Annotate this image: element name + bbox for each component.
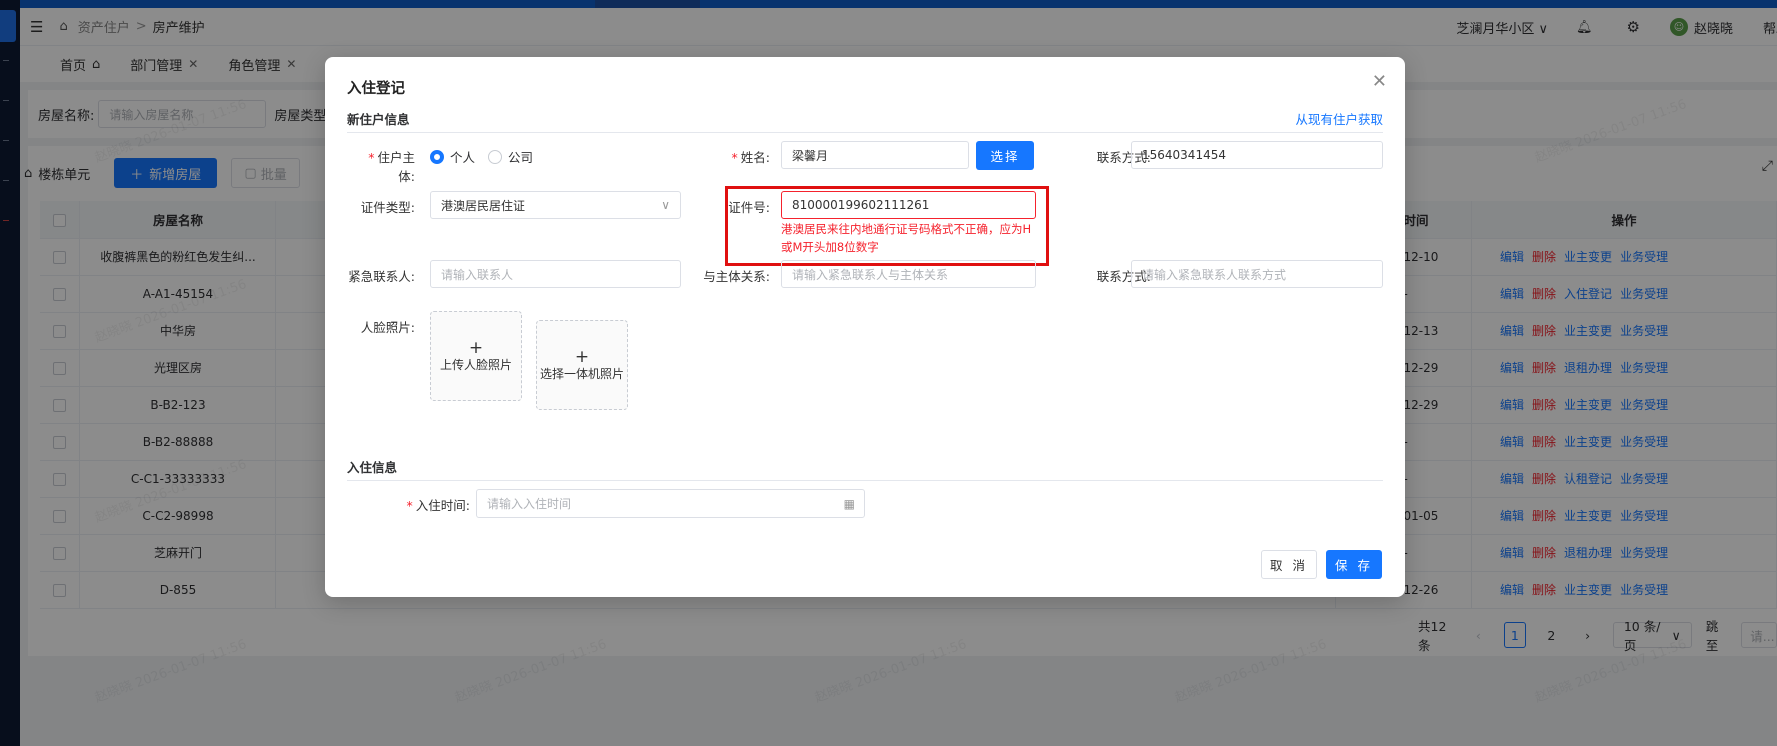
plus-icon: + <box>468 337 484 358</box>
subject-label: * 住户主体: <box>355 147 415 185</box>
subject-company-label: 公司 <box>508 150 534 165</box>
checkin-dialog: 入住登记 ✕ 新住户信息 从现有住户获取 * 住户主体: 个人 公司 * 姓名: 梁… <box>325 57 1405 597</box>
emergency-phone-input[interactable]: 请输入紧急联系人联系方式 <box>1131 260 1383 288</box>
dialog-title: 入住登记 <box>347 81 405 97</box>
chevron-down-icon: ∨ <box>661 198 670 212</box>
radio-checked-icon <box>430 149 444 164</box>
emergency-contact-input[interactable]: 请输入联系人 <box>430 260 681 288</box>
upload-face-label: 上传人脸照片 <box>439 357 512 372</box>
emergency-contact-label: 紧急联系人: <box>348 269 415 284</box>
relation-input[interactable]: 请输入紧急联系人与主体关系 <box>781 260 1036 288</box>
face-photo-label: 人脸照片: <box>360 320 415 335</box>
required-mark: * <box>731 150 738 165</box>
error-highlight-box <box>725 186 1049 266</box>
upload-face-photo-button[interactable]: + 上传人脸照片 <box>430 311 522 401</box>
subject-company-radio[interactable]: 公司 <box>488 147 533 166</box>
choose-device-photo-button[interactable]: + 选择一体机照片 <box>536 320 628 410</box>
cancel-button[interactable]: 取 消 <box>1261 550 1317 579</box>
section-new-resident-title: 新住户信息 <box>347 112 410 127</box>
checkin-time-label-text: 入住时间: <box>415 498 470 513</box>
plus-icon: + <box>574 346 590 367</box>
checkin-time-label: * 入住时间: <box>375 495 470 514</box>
checkin-time-placeholder: 请输入入住时间 <box>487 497 572 511</box>
name-input[interactable]: 梁馨月 <box>781 141 969 169</box>
save-button[interactable]: 保 存 <box>1326 550 1382 579</box>
section-checkin: 入住信息 <box>347 457 1383 481</box>
calendar-icon: ▦ <box>843 497 855 511</box>
choose-device-photo-label: 选择一体机照片 <box>539 366 624 381</box>
required-mark: * <box>368 150 375 165</box>
section-checkin-title: 入住信息 <box>347 460 398 475</box>
subject-label-text: 住户主体: <box>377 150 415 184</box>
subject-person-label: 个人 <box>450 150 476 165</box>
close-icon[interactable]: ✕ <box>1372 71 1387 92</box>
contact-input[interactable]: 15640341454 <box>1131 141 1383 169</box>
app-root: ☰ ⌂ 资产住户 > 房产维护 芝澜月华小区 ∨ 🔔︎ ⚙ ☺ 赵晓晓 帮助 首… <box>0 0 1777 746</box>
idtype-value: 港澳居民居住证 <box>441 198 526 213</box>
radio-unchecked-icon <box>488 149 502 164</box>
required-mark: * <box>406 498 413 513</box>
idtype-select[interactable]: 港澳居民居住证 ∨ <box>430 191 681 219</box>
fetch-existing-link[interactable]: 从现有住户获取 <box>1295 109 1383 128</box>
checkin-time-input[interactable]: 请输入入住时间 ▦ <box>476 489 865 518</box>
name-label: * 姓名: <box>710 147 770 166</box>
section-new-resident: 新住户信息 从现有住户获取 <box>347 109 1383 133</box>
relation-label: 与主体关系: <box>703 269 770 284</box>
subject-person-radio[interactable]: 个人 <box>430 147 475 166</box>
name-label-text: 姓名: <box>740 150 770 165</box>
idtype-label: 证件类型: <box>360 200 415 215</box>
choose-resident-button[interactable]: 选择 <box>976 141 1034 170</box>
